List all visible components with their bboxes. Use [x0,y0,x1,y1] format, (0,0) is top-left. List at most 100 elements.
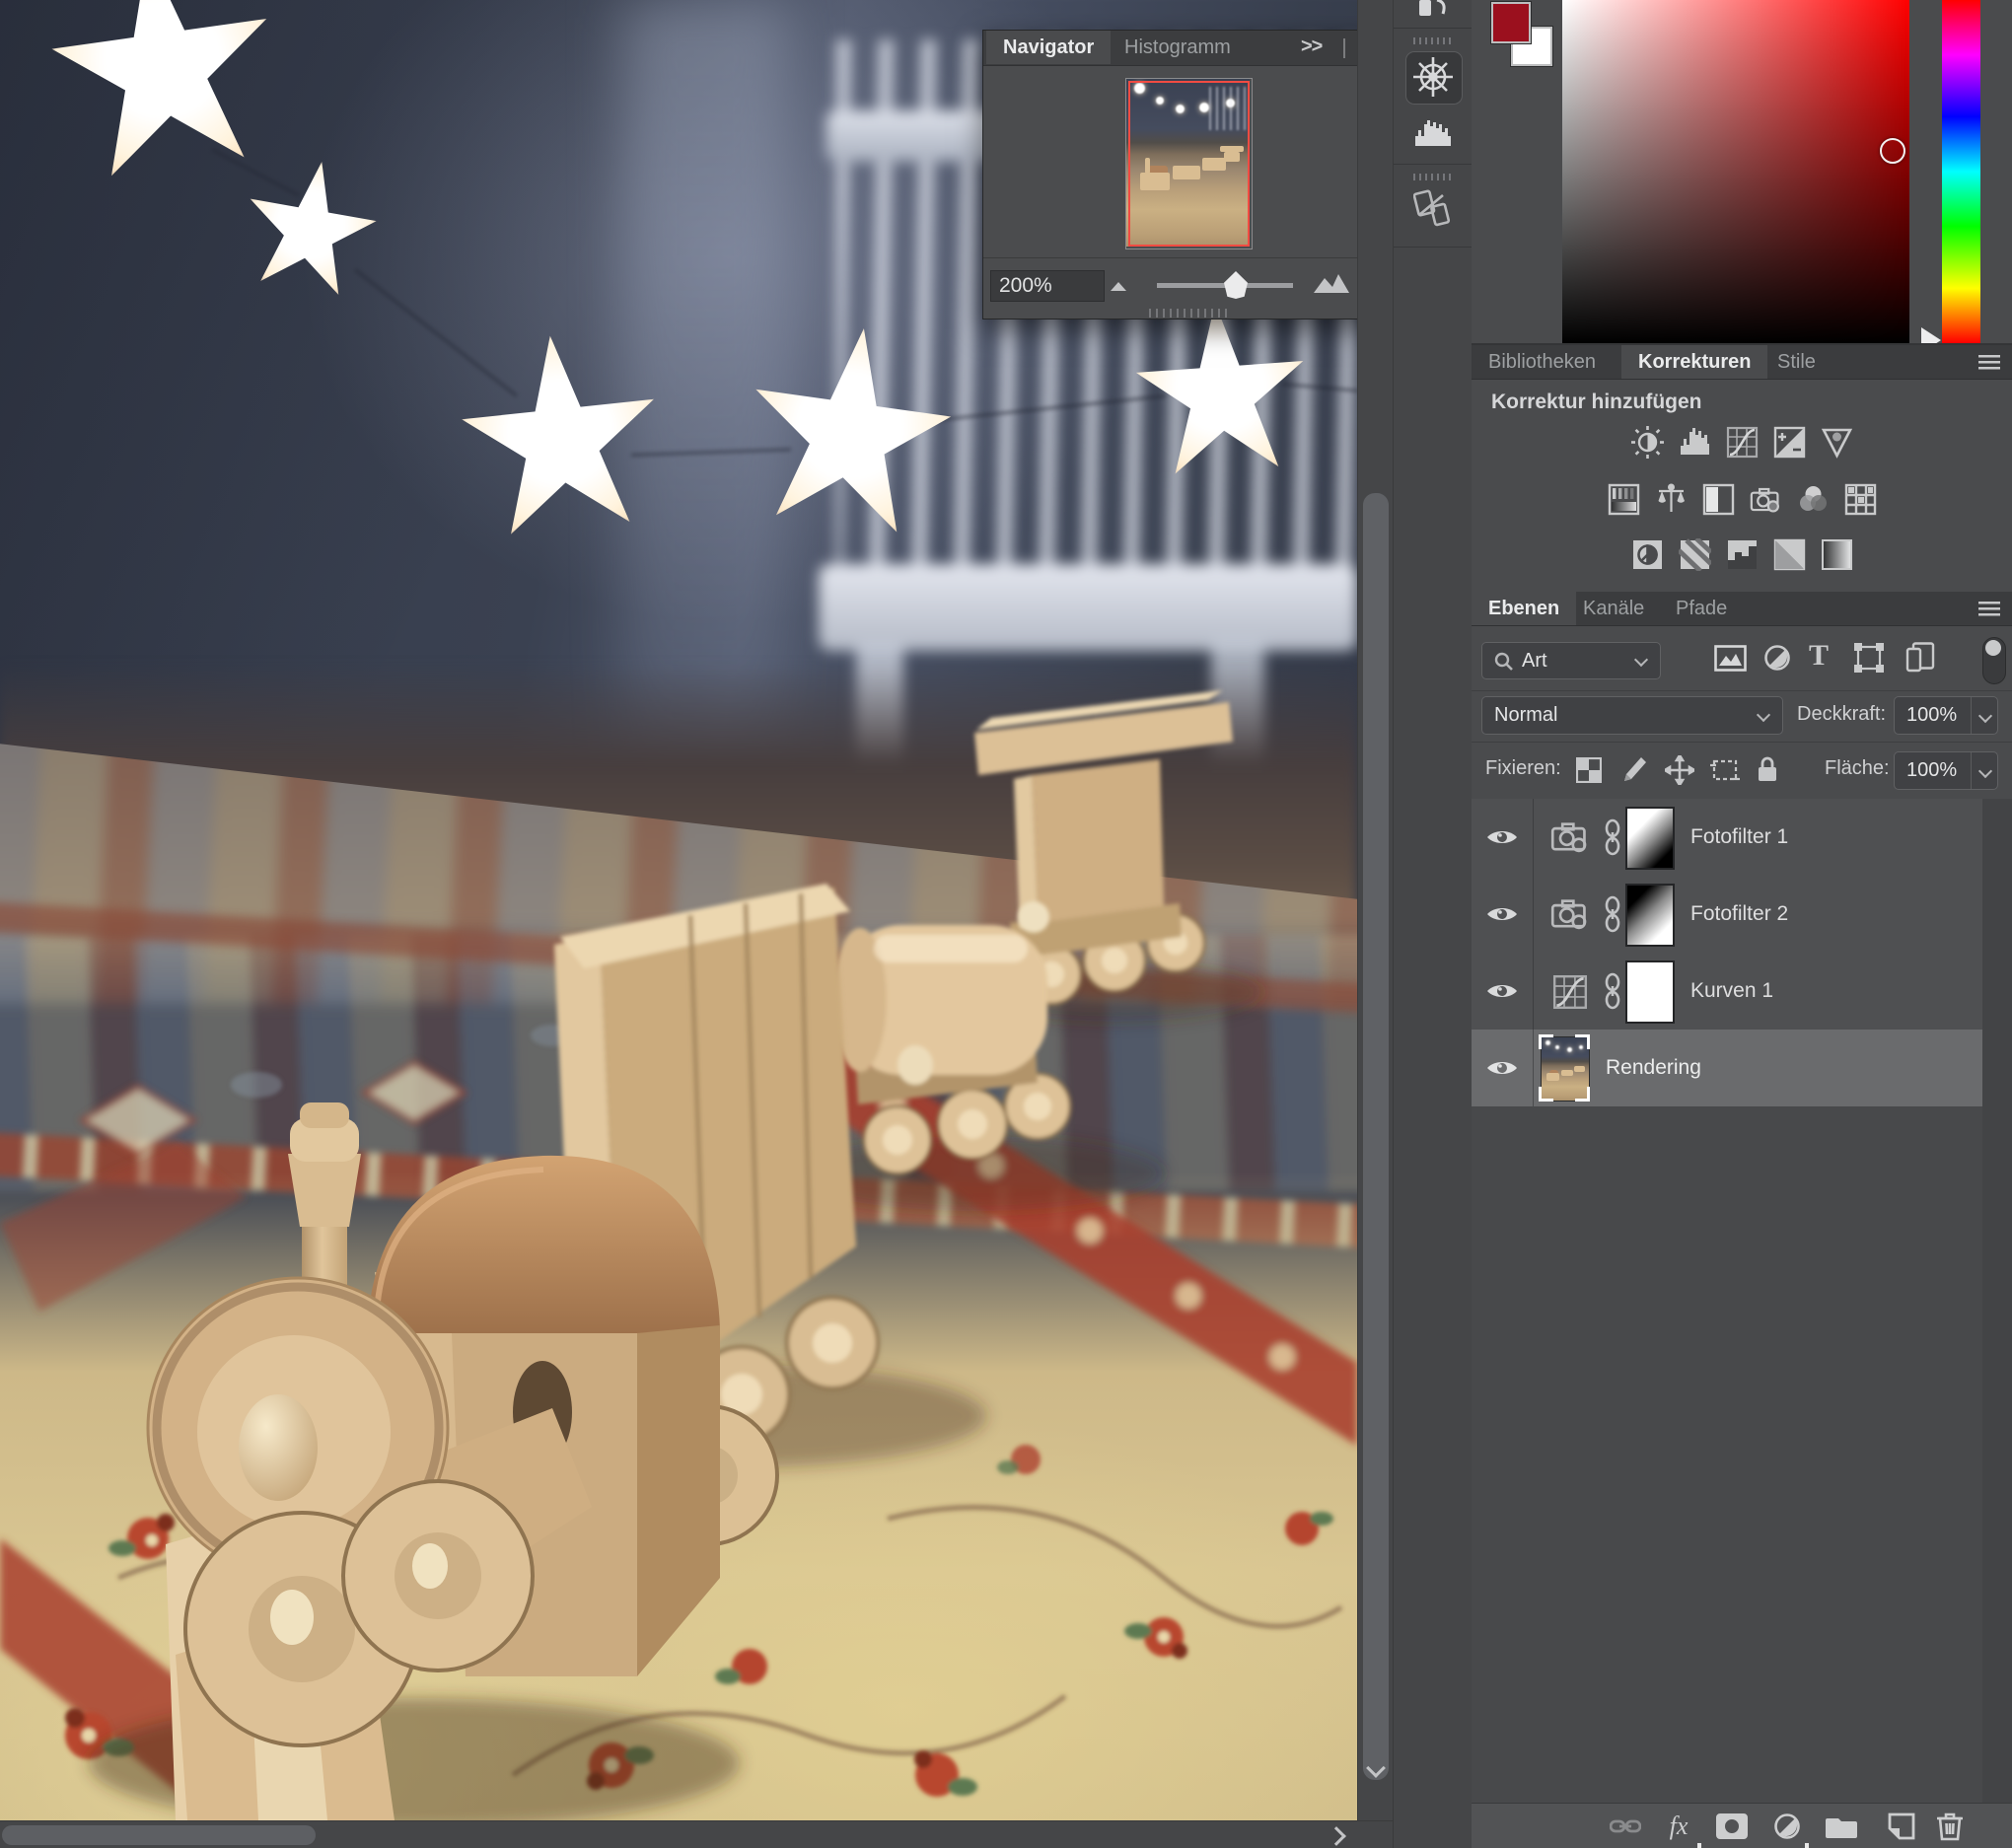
curves-icon[interactable] [1726,426,1759,459]
zoom-slider-thumb[interactable] [1224,271,1248,299]
saturation-brightness-field[interactable] [1562,0,1909,343]
lock-pixels-icon[interactable] [1619,755,1647,783]
layer-thumbnail[interactable] [1539,1034,1590,1102]
gradient-map-icon[interactable] [1821,538,1853,571]
foreground-color-swatch[interactable] [1491,2,1531,43]
layer-row-rendering[interactable]: Rendering [1472,1030,1982,1107]
smart-object-filter-icon[interactable] [1905,642,1935,673]
black-white-icon[interactable] [1702,483,1735,516]
visibility-toggle[interactable] [1472,876,1534,953]
lock-transparency-icon[interactable] [1576,757,1602,783]
layer-row-fotofilter2[interactable]: Fotofilter 2 [1472,876,1982,954]
panel-menu-icon[interactable] [1978,602,2000,616]
lock-position-icon[interactable] [1665,755,1694,785]
layer-effects-icon[interactable]: fx [1661,1804,1696,1848]
layers-empty-area [1472,1106,1982,1803]
tab-bibliotheken[interactable]: Bibliotheken [1472,345,1613,379]
zoom-value-input[interactable]: 200% [990,270,1105,302]
navigator-proxy-view[interactable] [1128,81,1250,247]
layer-mask-thumbnail[interactable] [1625,884,1675,947]
levels-icon[interactable] [1679,426,1711,459]
link-layers-icon[interactable] [1608,1804,1643,1848]
delete-layer-icon[interactable] [1931,1804,1969,1848]
canvas-horizontal-scrollbar[interactable] [0,1820,1393,1848]
layer-row-kurven1[interactable]: Kurven 1 [1472,953,1982,1031]
layer-name[interactable]: Rendering [1606,1030,1701,1106]
tab-stile[interactable]: Stile [1760,345,1832,379]
chevron-down-icon [1757,708,1770,722]
canvas-vertical-scrollbar[interactable] [1357,0,1394,1820]
opacity-input[interactable]: 100% [1894,696,1998,735]
brightness-contrast-icon[interactable] [1631,426,1664,459]
color-balance-icon[interactable] [1655,483,1688,516]
visibility-toggle[interactable] [1472,799,1534,876]
navigator-zoom-bar: 200% [983,257,1357,306]
tab-histogramm[interactable]: Histogramm [1108,31,1248,64]
threshold-icon[interactable] [1726,538,1759,571]
document-canvas[interactable]: Navigator Histogramm >> [0,0,1357,1820]
filter-toggle[interactable] [1982,637,2006,684]
channel-mixer-icon[interactable] [1797,483,1830,516]
layer-name[interactable]: Fotofilter 2 [1690,876,1788,953]
adjustments-tab-bar: Bibliotheken Korrekturen Stile [1472,345,2012,380]
dock-grip[interactable] [1413,174,1453,180]
vibrance-icon[interactable] [1821,426,1853,459]
layers-panel: Ebenen Kanäle Pfade Art T [1472,592,2012,1848]
blend-mode-value: Normal [1482,704,1557,726]
info-frames-icon[interactable] [1413,189,1453,231]
scroll-right-icon[interactable] [1327,1826,1346,1846]
navigator-wheel-icon[interactable] [1411,55,1455,99]
fill-input[interactable]: 100% [1894,751,1998,790]
cutoff-text-mark [1805,1843,1809,1848]
layer-mask-thumbnail[interactable] [1625,807,1675,870]
mask-link-icon[interactable] [1603,895,1622,933]
shape-layer-filter-icon[interactable] [1854,643,1884,673]
new-adjustment-icon[interactable] [1769,1804,1805,1848]
layer-mask-thumbnail[interactable] [1625,960,1675,1024]
type-layer-filter-icon[interactable]: T [1809,639,1829,673]
mask-link-icon[interactable] [1603,818,1622,856]
layer-name[interactable]: Kurven 1 [1690,953,1773,1030]
zoom-in-mountain-icon[interactable] [1313,272,1350,294]
navigator-thumbnail[interactable] [1125,78,1253,249]
visibility-toggle[interactable] [1472,1030,1534,1106]
tab-navigator[interactable]: Navigator [986,31,1111,64]
new-layer-icon[interactable] [1884,1804,1919,1848]
lock-all-icon[interactable] [1756,754,1779,784]
blend-mode-select[interactable]: Normal [1481,696,1783,735]
new-group-icon[interactable] [1823,1804,1860,1848]
histogram-icon[interactable] [1413,116,1453,148]
add-mask-icon[interactable] [1714,1804,1750,1848]
exposure-icon[interactable] [1773,426,1806,459]
hue-slider[interactable] [1942,0,1980,343]
tab-kanaele[interactable]: Kanäle [1566,592,1661,625]
pixel-layer-filter-icon[interactable] [1714,645,1747,672]
mask-link-icon[interactable] [1603,972,1622,1010]
collapsed-panel-partial-icon[interactable] [1417,0,1451,20]
layer-name[interactable]: Fotofilter 1 [1690,799,1788,876]
vertical-scroll-thumb[interactable] [1363,493,1389,1780]
horizontal-scroll-thumb[interactable] [2,1825,316,1845]
zoom-out-mountain-icon[interactable] [1110,278,1135,292]
hue-saturation-icon[interactable] [1608,483,1640,516]
dock-grip[interactable] [1413,37,1453,44]
lock-artboard-icon[interactable] [1710,757,1740,783]
selective-color-icon[interactable] [1773,538,1806,571]
adjustment-layer-filter-icon[interactable] [1763,644,1791,672]
invert-icon[interactable] [1631,538,1664,571]
collapse-panel-icon[interactable]: >> [1301,36,1322,58]
color-lookup-icon[interactable] [1844,483,1877,516]
layer-row-fotofilter1[interactable]: Fotofilter 1 [1472,799,1982,877]
color-field-cursor[interactable] [1880,138,1905,164]
visibility-toggle[interactable] [1472,953,1534,1030]
panel-resize-grip[interactable] [1149,309,1228,318]
photo-filter-icon[interactable] [1750,483,1782,516]
tab-pfade[interactable]: Pfade [1659,592,1744,625]
layer-filter-kind-select[interactable]: Art [1481,642,1661,679]
panel-menu-icon[interactable] [1978,355,2000,370]
add-adjustment-heading: Korrektur hinzufügen [1491,391,1702,414]
tab-ebenen[interactable]: Ebenen [1472,592,1576,625]
posterize-icon[interactable] [1679,538,1711,571]
tab-korrekturen[interactable]: Korrekturen [1621,345,1767,379]
blend-mode-row: Normal Deckkraft: 100% [1472,690,2012,743]
